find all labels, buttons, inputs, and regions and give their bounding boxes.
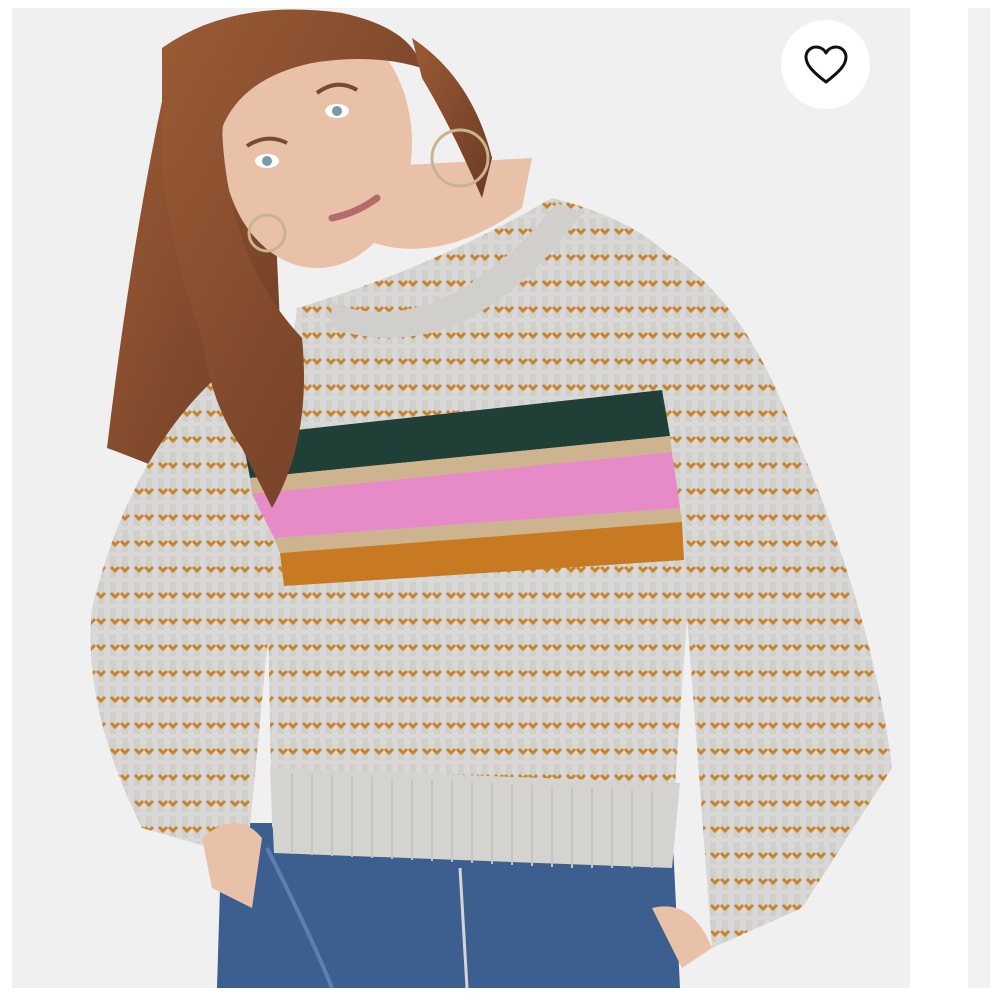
next-image-edge: [968, 8, 990, 988]
product-image-frame: [0, 0, 1000, 1000]
heart-outline-icon: [804, 45, 847, 83]
product-photo[interactable]: [12, 8, 910, 988]
model-illustration: [12, 8, 910, 988]
like-button[interactable]: [781, 20, 870, 109]
